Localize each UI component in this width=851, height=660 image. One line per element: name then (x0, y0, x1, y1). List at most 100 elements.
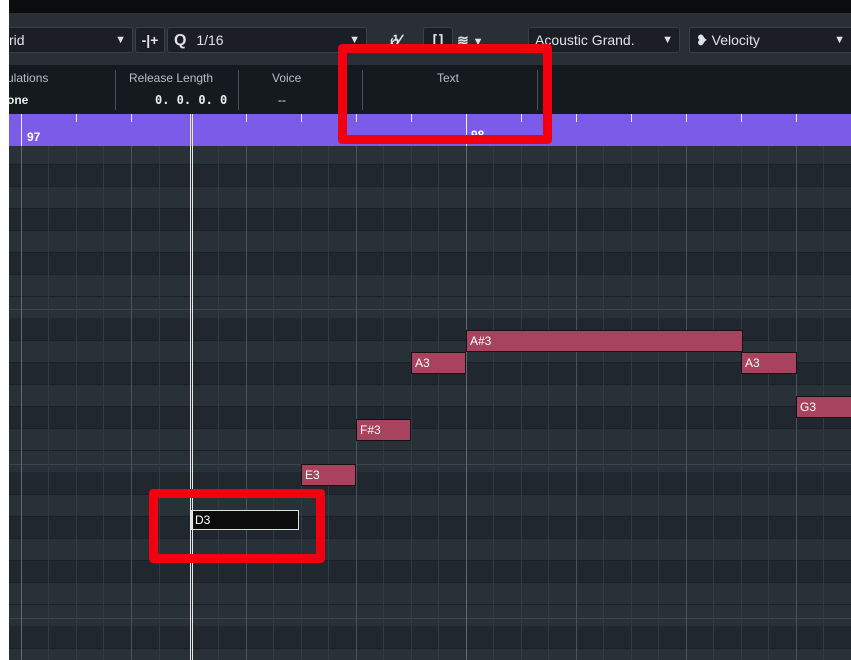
title-strip (9, 0, 851, 13)
row-line (9, 384, 851, 385)
articulations-label: ulations (9, 71, 49, 85)
snap-toggle-button[interactable]: -|+ (135, 27, 165, 53)
gridline (631, 146, 632, 660)
release-length-label: Release Length (129, 71, 214, 85)
ruler-tick (686, 114, 687, 122)
octave-line (9, 618, 851, 619)
pitch-row (9, 164, 851, 186)
beat-gridline (576, 146, 577, 660)
pitch-row (9, 516, 851, 538)
snap-type-value: rid (9, 32, 25, 48)
controller-dropdown[interactable]: ❥ Velocity ▼ (689, 27, 851, 53)
gridline (218, 146, 219, 660)
midi-note[interactable]: A3 (411, 352, 466, 374)
snap-type-dropdown[interactable]: rid ▼ (9, 27, 133, 53)
row-line (9, 230, 851, 231)
gridline (103, 146, 104, 660)
gridline (521, 146, 522, 660)
pitch-row (9, 208, 851, 230)
note-grid[interactable]: A#3 A3 A3 G3 F#3 E3 D3 (9, 146, 851, 660)
midi-note[interactable]: E3 (301, 464, 356, 486)
row-line (9, 560, 851, 561)
bar-gridline (21, 146, 22, 660)
row-line (9, 296, 851, 297)
row-line (9, 406, 851, 407)
gridline (383, 146, 384, 660)
gridline (411, 146, 412, 660)
ruler-tick (246, 114, 247, 122)
midi-note[interactable]: A#3 (466, 330, 743, 352)
key-editor-window: rid ▼ -|+ Q 1/16 ▼ ⅟ ℘ ⌈⌉ ≋ ▼ Acoustic G… (9, 0, 851, 660)
beat-gridline (356, 146, 357, 660)
ruler-tick (76, 114, 77, 122)
bar-gridline (466, 146, 467, 660)
row-line (9, 164, 851, 165)
octave-line (9, 309, 851, 310)
row-line (9, 494, 851, 495)
gridline (273, 146, 274, 660)
chevron-down-icon: ▼ (115, 34, 126, 46)
highlight-box-text-column (338, 44, 552, 144)
row-line (9, 516, 851, 517)
row-line (9, 604, 851, 605)
chevron-down-icon: ▼ (662, 34, 673, 46)
octave-line (9, 464, 851, 465)
gridline (713, 146, 714, 660)
beat-gridline (131, 146, 132, 660)
beat-gridline (686, 146, 687, 660)
divider (238, 70, 239, 110)
pitch-row (9, 560, 851, 582)
gridline (493, 146, 494, 660)
row-line (9, 538, 851, 539)
chevron-down-icon: ▼ (834, 34, 845, 46)
gridline (301, 146, 302, 660)
quantize-dropdown[interactable]: Q 1/16 ▼ (167, 27, 367, 53)
row-line (9, 582, 851, 583)
pitch-row (9, 472, 851, 494)
row-line (9, 450, 851, 451)
ruler-tick (576, 114, 577, 122)
midi-note[interactable]: A3 (741, 352, 797, 374)
ruler-tick (131, 114, 132, 122)
snap-icon: -|+ (141, 32, 159, 48)
midi-note[interactable]: G3 (796, 396, 851, 418)
ruler-tick (741, 114, 742, 122)
bar-number: 97 (27, 130, 41, 144)
quantize-value: 1/16 (196, 32, 224, 48)
ruler-tick (631, 114, 632, 122)
gridline (328, 146, 329, 660)
row-line (9, 186, 851, 187)
voice-label: Voice (272, 71, 302, 85)
row-line (9, 208, 851, 209)
ruler-tick (301, 114, 302, 122)
pitch-row (9, 406, 851, 428)
gridline (159, 146, 160, 660)
row-line (9, 274, 851, 275)
gridline (438, 146, 439, 660)
highlight-box-selected-note (149, 489, 325, 563)
gridline (603, 146, 604, 660)
controller-lane-icon: ❥ (696, 32, 712, 48)
controller-value: Velocity (711, 32, 760, 48)
gridline (48, 146, 49, 660)
quantize-icon: Q (174, 32, 187, 49)
row-line (9, 428, 851, 429)
row-line (9, 252, 851, 253)
project-cursor[interactable] (190, 114, 193, 660)
midi-note[interactable]: F#3 (356, 419, 411, 441)
articulations-value[interactable]: one (9, 93, 28, 107)
bar-line (21, 114, 22, 146)
pitch-row (9, 252, 851, 274)
divider (115, 70, 116, 110)
pitch-row (9, 626, 851, 648)
gridline (548, 146, 549, 660)
ruler-tick (796, 114, 797, 122)
gridline (768, 146, 769, 660)
voice-value[interactable]: -- (278, 93, 286, 107)
gridline (741, 146, 742, 660)
gridline (76, 146, 77, 660)
beat-gridline (246, 146, 247, 660)
gridline (658, 146, 659, 660)
release-length-value[interactable]: 0. 0. 0. 0 (155, 93, 227, 107)
row-line (9, 648, 851, 649)
